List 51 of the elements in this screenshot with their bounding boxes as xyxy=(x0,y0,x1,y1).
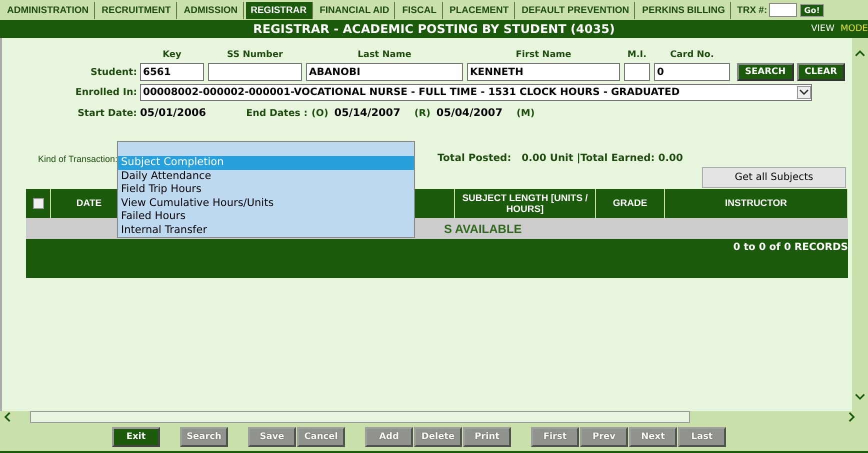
nav-tab[interactable]: ADMISSION xyxy=(178,2,244,18)
tag-label: (R) xyxy=(414,108,430,118)
search-button[interactable]: SEARCH xyxy=(737,63,794,81)
student-field[interactable]: ABANOBI xyxy=(306,63,463,81)
empty-message: S AVAILABLE xyxy=(444,222,522,236)
start-date: 05/01/2006 xyxy=(140,107,206,119)
go-button[interactable]: Go! xyxy=(800,4,824,16)
transaction-listbox[interactable]: Subject Completion Daily Attendance Field Trip Hours View Cumulative Hours/Units Failed Hours Internal Transfer xyxy=(117,141,415,238)
listbox-option[interactable]: Daily Attendance xyxy=(118,170,414,183)
tag-label: (M) xyxy=(516,108,535,118)
column-heading: First Name xyxy=(514,50,572,60)
column-heading: Card No. xyxy=(669,50,715,60)
nav-tab[interactable]: PLACEMENT xyxy=(444,2,515,18)
select-all-checkbox[interactable] xyxy=(32,198,44,209)
enrolled-select[interactable]: 00008002-000002-000001-VOCATIONAL NURSE - FULL TIME - 1531 CLOCK HOURS - GRADUATED xyxy=(140,84,812,101)
nav-tab[interactable]: ADMINISTRATION xyxy=(2,2,95,18)
toolbar-button[interactable]: Exit xyxy=(112,427,160,447)
records-count: 0 to 0 of 0 RECORDS xyxy=(733,242,848,255)
column-heading: Key xyxy=(162,50,182,60)
student-field[interactable]: KENNETH xyxy=(467,63,620,81)
get-all-subjects-button[interactable]: Get all Subjects xyxy=(702,167,846,188)
start-date-label: Start Date: xyxy=(76,108,137,118)
end-dates-label: End Dates : xyxy=(246,108,308,118)
nav-tab[interactable]: RECRUITMENT xyxy=(96,2,177,18)
listbox-option[interactable]: Internal Transfer xyxy=(118,224,414,237)
student-label: Student: xyxy=(90,66,137,78)
totals-text: Total Posted: 0.00 Unit |Total Earned: 0.00 xyxy=(438,153,683,164)
nav-tab[interactable]: FINANCIAL AID xyxy=(314,2,396,18)
nav-tab[interactable]: PERKINS BILLING xyxy=(637,2,732,18)
trx-label: TRX #: xyxy=(737,4,768,16)
student-field[interactable] xyxy=(208,63,302,81)
end-date: 05/14/2007 xyxy=(334,107,400,119)
trx-input[interactable] xyxy=(769,3,798,17)
nav-tab[interactable]: DEFAULT PREVENTION xyxy=(516,2,636,18)
column-heading: M.I. xyxy=(626,50,648,60)
tag-label: (O) xyxy=(312,108,328,118)
view-link[interactable]: VIEW xyxy=(811,24,835,34)
student-field[interactable]: 0 xyxy=(654,63,730,81)
enrolled-label: Enrolled In: xyxy=(74,87,137,98)
transaction-label: Kind of Transaction: xyxy=(38,154,118,164)
clear-button[interactable]: CLEAR xyxy=(796,63,846,81)
nav-tab[interactable]: FISCAL xyxy=(397,2,443,18)
nav-tab[interactable]: REGISTRAR xyxy=(246,2,313,18)
scrollbar-thumb[interactable] xyxy=(30,411,690,423)
view-link[interactable]: MODE xyxy=(840,24,868,34)
student-field[interactable] xyxy=(624,63,650,81)
page-title: REGISTRAR - ACADEMIC POSTING BY STUDENT (4035) xyxy=(253,22,615,36)
end-date: 05/04/2007 xyxy=(436,107,503,119)
column-heading: SS Number xyxy=(226,50,284,60)
column-heading: Last Name xyxy=(356,50,412,60)
student-field[interactable]: 6561 xyxy=(140,63,204,81)
